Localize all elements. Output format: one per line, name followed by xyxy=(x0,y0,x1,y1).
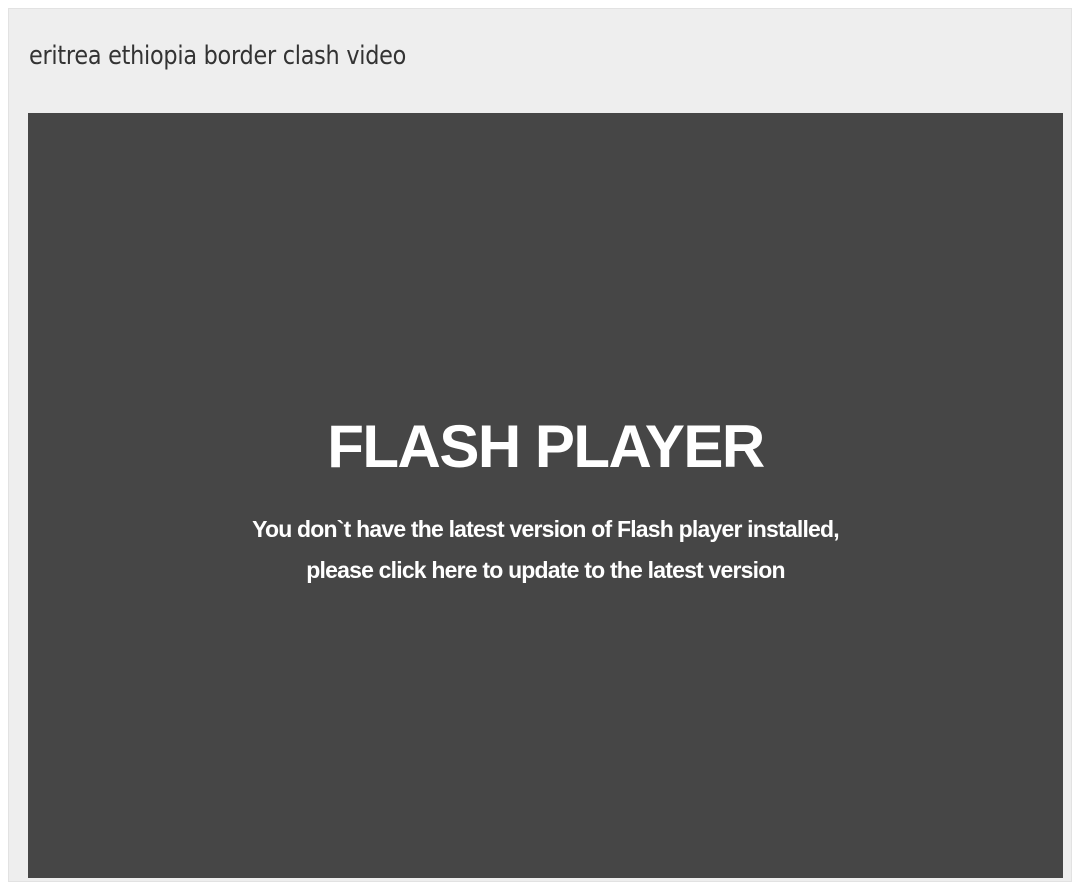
video-title: eritrea ethiopia border clash video xyxy=(29,41,407,71)
flash-update-message-line1: You don`t have the latest version of Fla… xyxy=(252,516,840,542)
flash-update-link[interactable]: You don`t have the latest version of Fla… xyxy=(28,509,1063,591)
flash-player-heading: FLASH PLAYER xyxy=(327,413,765,480)
flash-player-placeholder[interactable]: FLASH PLAYER You don`t have the latest v… xyxy=(28,113,1063,878)
video-panel: eritrea ethiopia border clash video FLAS… xyxy=(8,8,1072,882)
flash-update-message-line2: please click here to update to the lates… xyxy=(306,557,785,583)
